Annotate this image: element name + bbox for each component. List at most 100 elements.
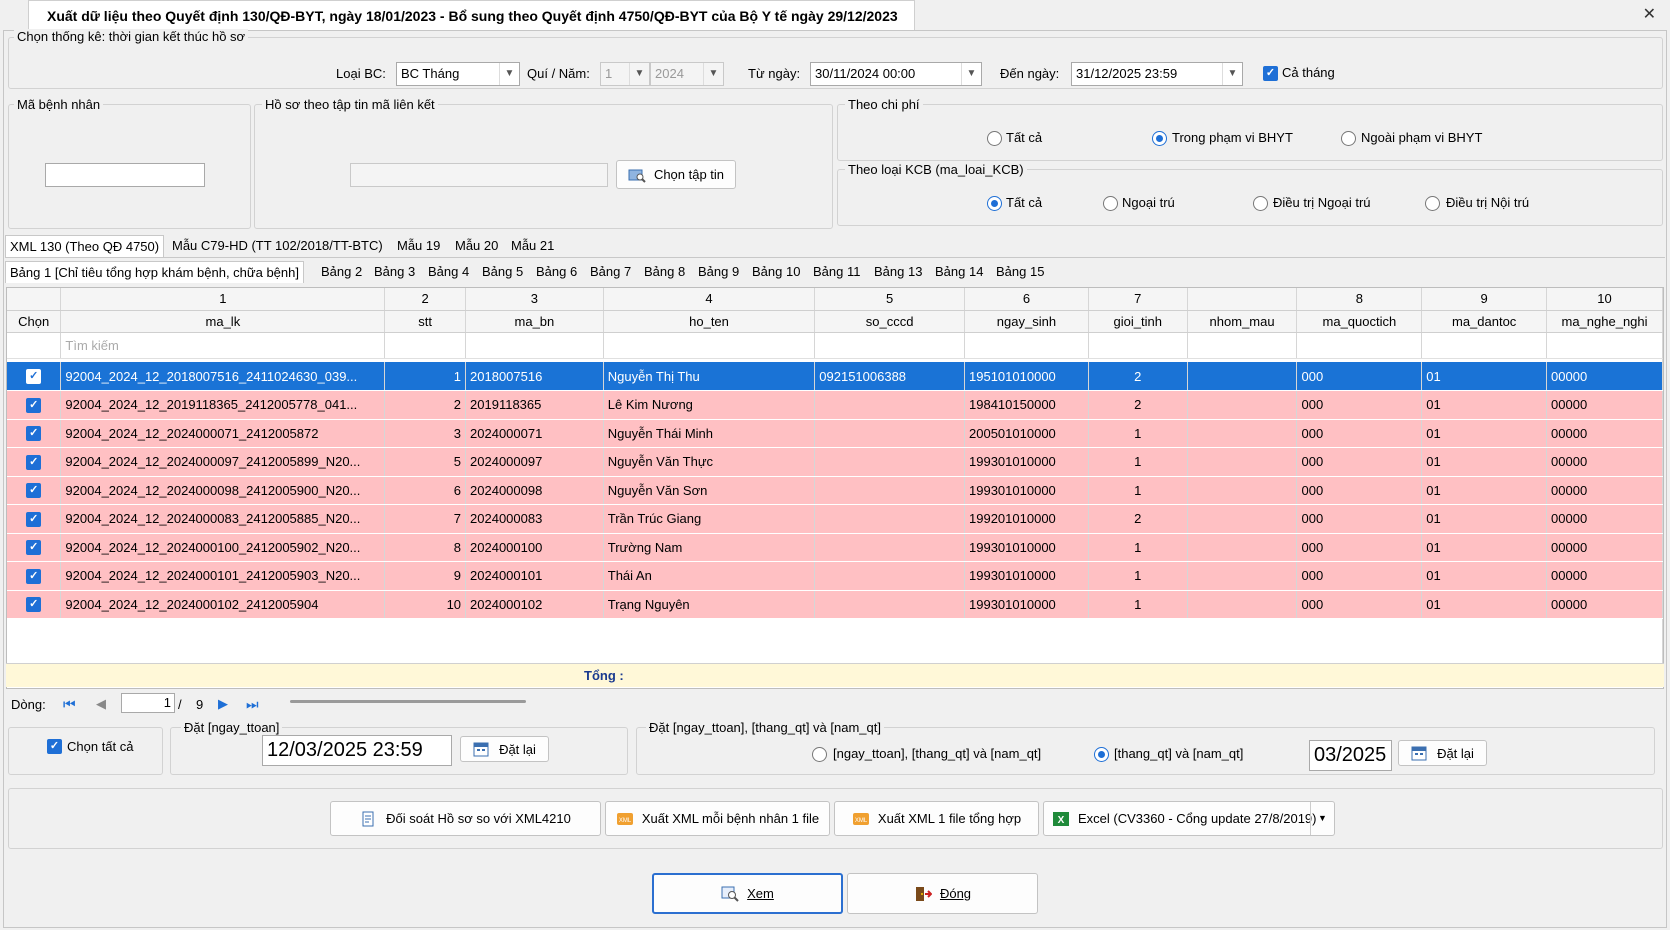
chevron-down-icon[interactable]: ▼ bbox=[1222, 63, 1242, 85]
nam-select[interactable]: 2024 ▼ bbox=[650, 62, 724, 86]
col-header-chon[interactable]: Chọn bbox=[7, 310, 62, 333]
row-select-cell[interactable]: ✓ bbox=[7, 476, 62, 505]
loai-kcb-radio-dt-noi[interactable] bbox=[1425, 196, 1440, 211]
subtab-bang-10[interactable]: Bảng 10 bbox=[748, 261, 804, 283]
table-row[interactable]: ✓ 92004_2024_12_2019118365_2412005778_041… bbox=[7, 390, 1663, 420]
ma-benh-nhan-input[interactable] bbox=[45, 163, 205, 187]
chevron-down-icon[interactable]: ▼ bbox=[629, 63, 649, 85]
chi-phi-radio-trong[interactable] bbox=[1152, 131, 1167, 146]
subtab-bang-6[interactable]: Bảng 6 bbox=[532, 261, 581, 283]
col-header-gioi-tinh[interactable]: gioi_tinh bbox=[1088, 310, 1188, 333]
table-row[interactable]: ✓ 92004_2024_12_2024000097_2412005899_N20… bbox=[7, 447, 1663, 477]
table-row[interactable]: ✓ 92004_2024_12_2024000100_2412005902_N20… bbox=[7, 533, 1663, 562]
filter-cell[interactable] bbox=[7, 332, 62, 359]
col-header-ho-ten[interactable]: ho_ten bbox=[603, 310, 816, 333]
dat-lai-button-1[interactable]: Đặt lại bbox=[460, 736, 549, 762]
filter-cell[interactable] bbox=[1546, 332, 1663, 359]
ngay-ttoan-input[interactable]: 12/03/2025 23:59 bbox=[262, 735, 452, 766]
ca-thang-checkbox[interactable]: ✓ bbox=[1263, 66, 1278, 81]
subtab-bang-13[interactable]: Bảng 13 bbox=[870, 261, 926, 283]
tab-mau-19[interactable]: Mẫu 19 bbox=[393, 235, 444, 257]
loai-kcb-radio-dt-ngoai[interactable] bbox=[1253, 196, 1268, 211]
tab-xml130[interactable]: XML 130 (Theo QĐ 4750) bbox=[5, 235, 165, 257]
loai-kcb-radio-ngoai[interactable] bbox=[1103, 196, 1118, 211]
chon-tat-ca-checkbox[interactable]: ✓ bbox=[47, 739, 62, 754]
row-select-cell[interactable]: ✓ bbox=[7, 419, 62, 448]
row-checkbox[interactable]: ✓ bbox=[26, 511, 42, 527]
table-row[interactable]: ✓ 92004_2024_12_2024000098_2412005900_N20… bbox=[7, 476, 1663, 505]
table-row[interactable]: ✓ 92004_2024_12_2024000102_2412005904 10 20… bbox=[7, 590, 1663, 619]
chevron-down-icon[interactable]: ▼ bbox=[961, 63, 981, 85]
col-header-nhom-mau[interactable]: nhom_mau bbox=[1187, 310, 1298, 333]
dat-radio-thang[interactable] bbox=[1094, 747, 1109, 762]
filter-cell[interactable] bbox=[603, 332, 816, 359]
tab-mau-20[interactable]: Mẫu 20 bbox=[451, 235, 502, 257]
row-checkbox[interactable]: ✓ bbox=[26, 397, 42, 413]
row-select-cell[interactable]: ✓ bbox=[7, 447, 62, 477]
filter-cell[interactable] bbox=[1296, 332, 1423, 359]
subtab-bang-4[interactable]: Bảng 4 bbox=[424, 261, 473, 283]
row-checkbox[interactable]: ✓ bbox=[26, 426, 42, 442]
col-header-ma-nghe-nghiep[interactable]: ma_nghe_nghi bbox=[1546, 310, 1663, 333]
tu-ngay-input[interactable]: 30/11/2024 00:00 ▼ bbox=[810, 62, 982, 86]
chevron-down-icon[interactable]: ▼ bbox=[703, 63, 723, 85]
chon-tap-tin-button[interactable]: Chọn tập tin bbox=[616, 160, 736, 189]
row-select-cell[interactable]: ✓ bbox=[7, 504, 62, 534]
col-header-ngay-sinh[interactable]: ngay_sinh bbox=[964, 310, 1089, 333]
row-checkbox[interactable]: ✓ bbox=[26, 568, 42, 584]
subtab-bang-7[interactable]: Bảng 7 bbox=[586, 261, 635, 283]
thang-nam-input[interactable]: 03/2025 bbox=[1309, 740, 1392, 771]
filter-cell[interactable] bbox=[964, 332, 1089, 359]
first-page-icon[interactable]: ⏮ bbox=[63, 696, 76, 713]
subtab-bang-15[interactable]: Bảng 15 bbox=[992, 261, 1048, 283]
subtab-bang-1[interactable]: Bảng 1 [Chỉ tiêu tổng hợp khám bệnh, chữ… bbox=[5, 261, 304, 283]
col-header-so-cccd[interactable]: so_cccd bbox=[814, 310, 966, 333]
row-checkbox[interactable]: ✓ bbox=[26, 597, 42, 613]
row-checkbox[interactable]: ✓ bbox=[26, 483, 42, 499]
table-row[interactable]: ✓ 92004_2024_12_2018007516_2411024630_039… bbox=[7, 362, 1663, 391]
row-select-cell[interactable]: ✓ bbox=[7, 533, 62, 562]
chi-phi-radio-ngoai[interactable] bbox=[1341, 131, 1356, 146]
row-select-cell[interactable]: ✓ bbox=[7, 590, 62, 619]
prev-page-icon[interactable]: ◀ bbox=[96, 696, 106, 712]
table-row[interactable]: ✓ 92004_2024_12_2024000071_2412005872 3 202… bbox=[7, 419, 1663, 448]
chevron-down-icon[interactable]: ▼ bbox=[1310, 802, 1334, 835]
subtab-bang-9[interactable]: Bảng 9 bbox=[694, 261, 743, 283]
xem-button[interactable]: Xem bbox=[652, 873, 843, 914]
next-page-icon[interactable]: ▶ bbox=[218, 696, 228, 712]
row-checkbox[interactable]: ✓ bbox=[26, 369, 42, 385]
row-checkbox[interactable]: ✓ bbox=[26, 540, 42, 556]
subtab-bang-8[interactable]: Bảng 8 bbox=[640, 261, 689, 283]
subtab-bang-5[interactable]: Bảng 5 bbox=[478, 261, 527, 283]
subtab-bang-2[interactable]: Bảng 2 bbox=[317, 261, 366, 283]
col-header-ma-lk[interactable]: ma_lk bbox=[60, 310, 386, 333]
page-number-input[interactable]: 1 bbox=[121, 693, 175, 713]
row-select-cell[interactable]: ✓ bbox=[7, 362, 62, 391]
den-ngay-input[interactable]: 31/12/2025 23:59 ▼ bbox=[1071, 62, 1243, 86]
loai-kcb-radio-all[interactable] bbox=[987, 196, 1002, 211]
qui-select[interactable]: 1 ▼ bbox=[600, 62, 650, 86]
dat-lai-button-2[interactable]: Đặt lại bbox=[1398, 740, 1487, 766]
col-header-ma-bn[interactable]: ma_bn bbox=[465, 310, 604, 333]
excel-button[interactable]: X Excel (CV3360 - Cổng update 27/8/2019)… bbox=[1043, 801, 1335, 836]
last-page-icon[interactable]: ⏭ bbox=[246, 696, 259, 713]
xuat-xml-moi-button[interactable]: XML Xuất XML mỗi bệnh nhân 1 file bbox=[605, 801, 830, 836]
loai-bc-select[interactable]: BC Tháng ▼ bbox=[396, 62, 520, 86]
filter-cell[interactable] bbox=[1421, 332, 1548, 359]
col-header-ma-quoctich[interactable]: ma_quoctich bbox=[1296, 310, 1423, 333]
filter-cell[interactable] bbox=[1088, 332, 1188, 359]
doi-soat-button[interactable]: Đối soát Hồ sơ so với XML4210 bbox=[330, 801, 601, 836]
subtab-bang-3[interactable]: Bảng 3 bbox=[370, 261, 419, 283]
col-header-stt[interactable]: stt bbox=[384, 310, 467, 333]
table-row[interactable]: ✓ 92004_2024_12_2024000101_2412005903_N20… bbox=[7, 561, 1663, 591]
filter-cell[interactable] bbox=[465, 332, 604, 359]
filter-cell[interactable] bbox=[1187, 332, 1298, 359]
tab-mau-c79[interactable]: Mẫu C79-HD (TT 102/2018/TT-BTC) bbox=[168, 235, 387, 257]
filter-cell[interactable] bbox=[814, 332, 966, 359]
col-header-ma-dantoc[interactable]: ma_dantoc bbox=[1421, 310, 1548, 333]
subtab-bang-11[interactable]: Bảng 11 bbox=[809, 261, 864, 283]
dong-button[interactable]: Đóng bbox=[847, 873, 1038, 914]
file-path-input[interactable] bbox=[350, 163, 608, 187]
chi-phi-radio-all[interactable] bbox=[987, 131, 1002, 146]
row-select-cell[interactable]: ✓ bbox=[7, 561, 62, 591]
